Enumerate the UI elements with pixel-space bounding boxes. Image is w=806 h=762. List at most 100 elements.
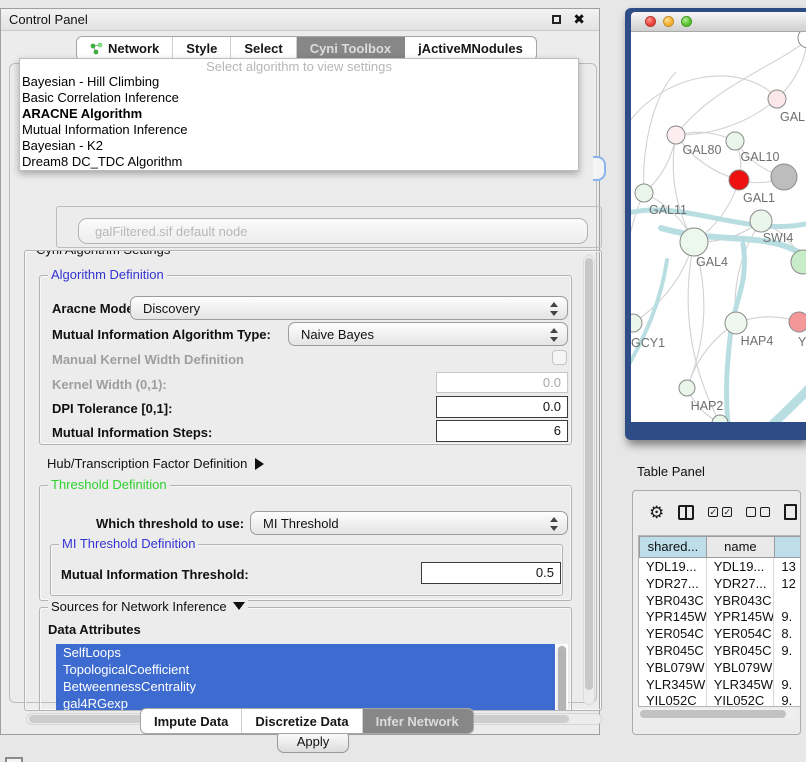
which-threshold-combobox[interactable]: MI Threshold (250, 511, 568, 535)
mi-threshold-field[interactable]: 0.5 (421, 562, 561, 584)
dropdown-item[interactable]: ARACNE Algorithm (20, 106, 578, 122)
network-node-gcy1[interactable] (631, 314, 642, 332)
mi-type-combobox[interactable]: Naive Bayes (288, 322, 568, 346)
table-row[interactable]: YDR27...YDR27...12 (639, 575, 801, 592)
table-row[interactable]: YIL052CYIL052C9. (639, 692, 801, 707)
column-header[interactable]: name (707, 536, 775, 558)
table-cell[interactable]: 9. (774, 676, 801, 693)
table-cell[interactable]: 13 (774, 558, 801, 575)
bottom-left-icon-fragment[interactable] (5, 757, 23, 762)
tab-cyni-toolbox[interactable]: Cyni Toolbox (297, 37, 405, 60)
table-cell[interactable]: 12 (774, 575, 801, 592)
table-cell[interactable]: YBR045C (707, 642, 775, 659)
mi-steps-field[interactable]: 6 (436, 420, 568, 442)
network-edge (631, 76, 777, 128)
close-traffic-light-icon[interactable] (645, 16, 656, 27)
network-node-hap4[interactable] (725, 312, 747, 334)
network-node-gal80[interactable] (667, 126, 685, 144)
settings-vertical-scrollbar-thumb[interactable] (585, 258, 593, 690)
table-cell[interactable]: YER054C (707, 625, 775, 642)
table-cell[interactable]: YLR345W (639, 676, 707, 693)
table-cell[interactable]: YPR145W (707, 608, 775, 625)
document-icon[interactable] (784, 504, 797, 520)
table-cell[interactable]: 9. (774, 608, 801, 625)
attribute-list-item[interactable]: TopologicalCoefficient (56, 661, 555, 678)
table-cell[interactable]: YDR27... (707, 575, 775, 592)
table-horizontal-scrollbar-thumb[interactable] (640, 710, 786, 718)
table-row[interactable]: YLR345WYLR345W9. (639, 676, 801, 693)
manual-kernel-checkbox[interactable] (552, 350, 567, 365)
table-cell[interactable]: YDL19... (707, 558, 775, 575)
float-window-icon[interactable] (552, 15, 561, 24)
table-row[interactable]: YBR045CYBR045C9. (639, 642, 801, 659)
network-canvas[interactable]: GALGAL80GAL10GAL1GAL11GAL4SWI4GCY1HAP4YH… (631, 32, 806, 422)
tab-jactivemnodules[interactable]: jActiveMNodules (405, 37, 536, 60)
data-attributes-list[interactable]: SelfLoopsTopologicalCoefficientBetweenne… (56, 644, 568, 711)
network-node-hap2[interactable] (679, 380, 695, 396)
hub-definition-toggle[interactable]: Hub/Transcription Factor Definition (47, 456, 270, 471)
tab-discretize-data[interactable]: Discretize Data (242, 709, 362, 733)
network-node[interactable] (791, 250, 806, 274)
table-row[interactable]: YER054CYER054C8. (639, 625, 801, 642)
table-cell[interactable] (774, 659, 801, 676)
network-node-gal[interactable] (768, 90, 786, 108)
table-cell[interactable]: YBL079W (707, 659, 775, 676)
column-header[interactable] (775, 536, 801, 558)
network-node[interactable] (771, 164, 797, 190)
table-cell[interactable]: YBR043C (707, 592, 775, 609)
table-cell[interactable]: 9. (774, 642, 801, 659)
network-node-gal11[interactable] (635, 184, 653, 202)
dropdown-item[interactable]: Bayesian - K2 (20, 138, 578, 154)
table-cell[interactable]: YPR145W (639, 608, 707, 625)
close-icon[interactable]: ✖ (573, 11, 585, 28)
network-node-gal4[interactable] (680, 228, 708, 256)
tab-select[interactable]: Select (231, 37, 296, 60)
dropdown-item[interactable]: Bayesian - Hill Climbing (20, 74, 578, 90)
dropdown-item[interactable]: Mutual Information Inference (20, 122, 578, 138)
attributes-list-scrollbar-thumb[interactable] (558, 646, 566, 711)
table-cell[interactable]: YBL079W (639, 659, 707, 676)
table-row[interactable]: YBL079WYBL079W (639, 659, 801, 676)
network-window-titlebar[interactable] (631, 12, 806, 32)
columns-icon[interactable] (678, 505, 694, 520)
tab-style[interactable]: Style (173, 37, 231, 60)
dropdown-item[interactable]: Basic Correlation Inference (20, 90, 578, 106)
table-row[interactable]: YPR145WYPR145W9. (639, 608, 801, 625)
sources-group: Sources for Network Inference Data Attri… (39, 607, 572, 711)
sources-group-title[interactable]: Sources for Network Inference (48, 599, 248, 616)
gear-icon[interactable]: ⚙ (649, 504, 664, 521)
network-node-y[interactable] (789, 312, 806, 332)
table-cell[interactable]: YDR27... (639, 575, 707, 592)
table-cell[interactable]: YIL052C (639, 692, 707, 707)
network-node-gal10[interactable] (726, 132, 744, 150)
table-cell[interactable]: YIL052C (707, 692, 775, 707)
network-node-gal1[interactable] (729, 170, 749, 190)
select-all-columns-icon[interactable]: ✓ ✓ (708, 507, 732, 517)
table-cell[interactable]: YLR345W (707, 676, 775, 693)
table-cell[interactable] (774, 592, 801, 609)
network-node-swi4[interactable] (750, 210, 772, 232)
table-cell[interactable]: YBR045C (639, 642, 707, 659)
table-cell[interactable]: 9. (774, 692, 801, 707)
table-cell[interactable]: 8. (774, 625, 801, 642)
table-cell[interactable]: YBR043C (639, 592, 707, 609)
dpi-tolerance-field[interactable]: 0.0 (436, 396, 568, 418)
table-cell[interactable]: YER054C (639, 625, 707, 642)
column-header[interactable]: shared... (639, 536, 707, 558)
attribute-list-item[interactable]: SelfLoops (56, 644, 555, 661)
tab-infer-network[interactable]: Infer Network (363, 709, 473, 733)
attribute-list-item[interactable]: BetweennessCentrality (56, 678, 555, 695)
minimize-traffic-light-icon[interactable] (663, 16, 674, 27)
table-row[interactable]: YBR043CYBR043C (639, 592, 801, 609)
table-cell[interactable]: YDL19... (639, 558, 707, 575)
focused-combobox-fragment[interactable] (593, 156, 606, 181)
deselect-all-columns-icon[interactable] (746, 507, 770, 517)
dropdown-item[interactable]: Dream8 DC_TDC Algorithm (20, 154, 578, 170)
table-data-combobox[interactable]: galFiltered.sif default node (78, 218, 588, 244)
tab-network[interactable]: Network (77, 37, 173, 60)
tab-impute-data[interactable]: Impute Data (141, 709, 242, 733)
aracne-mode-combobox[interactable]: Discovery (130, 296, 568, 320)
kernel-width-field[interactable]: 0.0 (436, 372, 568, 393)
zoom-traffic-light-icon[interactable] (681, 16, 692, 27)
table-row[interactable]: YDL19...YDL19...13 (639, 558, 801, 575)
